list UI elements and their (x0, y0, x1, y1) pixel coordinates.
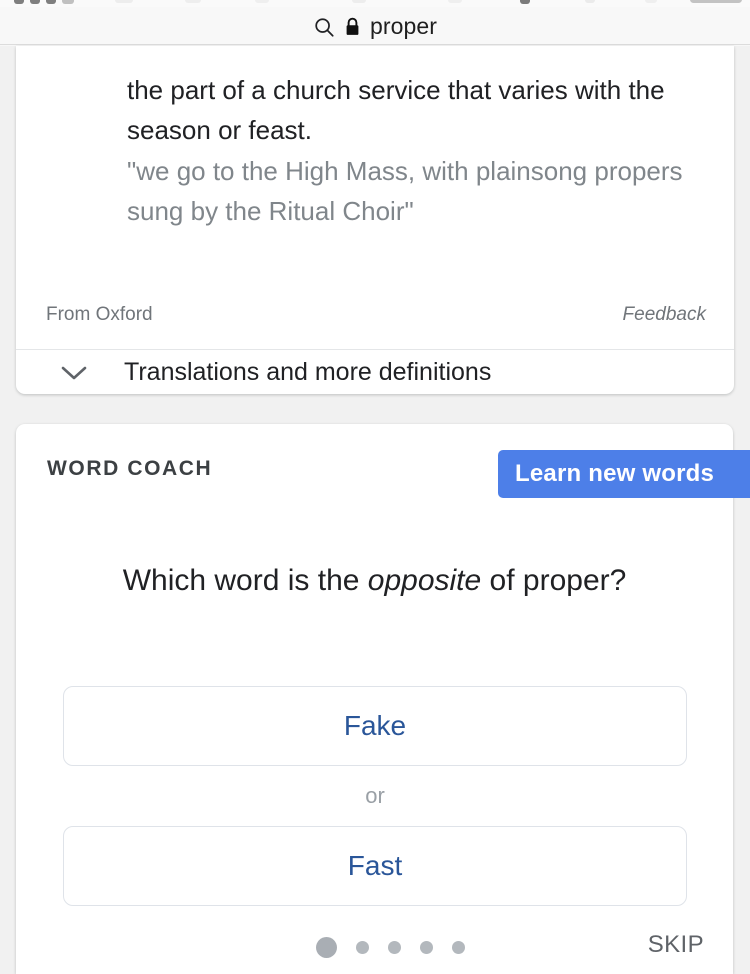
progress-dot[interactable] (420, 940, 433, 954)
definition-body: the part of a church service that varies… (16, 46, 734, 231)
answer-option-2[interactable]: Fast (63, 826, 687, 906)
progress-dot[interactable] (452, 940, 465, 954)
answer-option-1[interactable]: Fake (63, 686, 687, 766)
question-prefix: Which word is the (122, 564, 368, 597)
chrome-ghost-pill (690, 0, 742, 3)
definition-footer: From Oxford Feedback (16, 304, 734, 350)
translations-expander[interactable]: Translations and more definitions (16, 351, 734, 394)
chrome-ghost-icon (255, 0, 269, 3)
chrome-ghost-icon (645, 0, 657, 3)
definition-source: From Oxford (46, 304, 153, 325)
lock-icon (345, 17, 360, 37)
progress-dot[interactable] (388, 940, 401, 954)
browser-chrome-strip (0, 0, 750, 7)
word-coach-title: WORD COACH (47, 457, 213, 480)
chrome-ghost-icon (115, 0, 133, 3)
chrome-ghost-icon (62, 0, 74, 4)
search-bar[interactable]: proper (313, 13, 437, 40)
word-coach-footer: SKIP (16, 920, 733, 974)
chrome-ghost-icon (520, 0, 530, 4)
word-coach-card: WORD COACH Learn new words Which word is… (16, 424, 750, 974)
search-icon (313, 16, 335, 38)
chrome-ghost-icon (448, 0, 462, 3)
definition-text: the part of a church service that varies… (127, 75, 665, 145)
page-content: the part of a church service that varies… (0, 46, 750, 974)
definition-card: the part of a church service that varies… (16, 46, 734, 394)
chrome-ghost-icon (46, 0, 56, 4)
feedback-link[interactable]: Feedback (623, 304, 706, 326)
chrome-ghost-icon (30, 0, 40, 4)
chrome-ghost-icon (352, 0, 366, 3)
progress-dots (316, 936, 465, 958)
definition-example: "we go to the High Mass, with plainsong … (127, 156, 683, 226)
progress-dot[interactable] (356, 940, 369, 954)
or-separator: or (365, 783, 385, 808)
search-header[interactable]: proper (0, 7, 750, 45)
progress-dot-active[interactable] (316, 936, 337, 958)
question-suffix: of proper? (481, 564, 627, 597)
chrome-ghost-icon (585, 0, 595, 3)
search-query-text: proper (369, 13, 438, 39)
skip-button[interactable]: SKIP (648, 931, 704, 959)
learn-new-words-button[interactable]: Learn new words (498, 450, 750, 498)
chevron-down-icon (46, 364, 102, 382)
translations-label: Translations and more definitions (124, 358, 492, 386)
answer-options: Fake or Fast (63, 686, 687, 906)
question-emphasis: opposite (367, 564, 482, 597)
question-text: Which word is the opposite of proper? (16, 564, 733, 598)
chrome-ghost-icon (14, 0, 24, 4)
chrome-ghost-icon (185, 0, 201, 3)
